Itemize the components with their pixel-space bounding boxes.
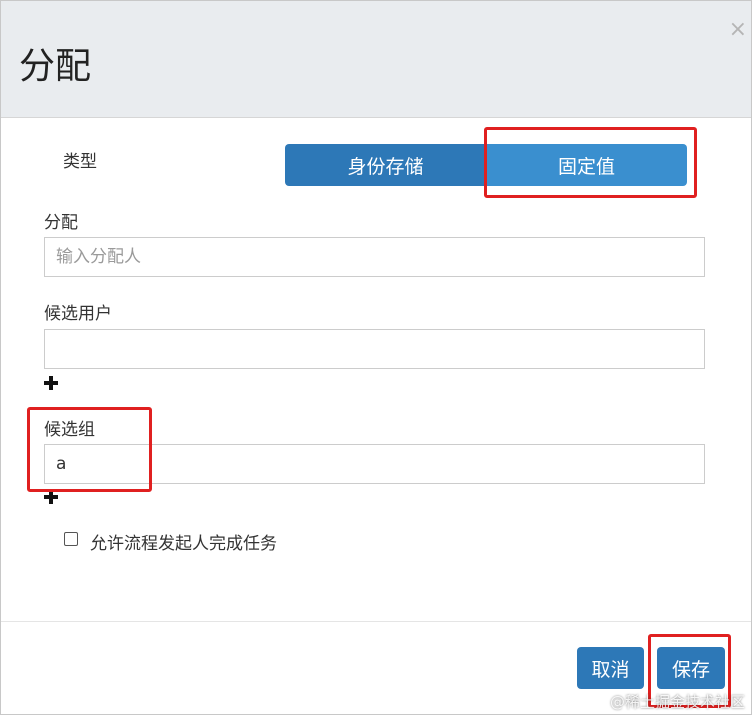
- add-candidate-user-plus-icon[interactable]: [44, 376, 58, 390]
- footer-divider: [1, 621, 751, 622]
- type-label: 类型: [63, 152, 97, 172]
- candidate-groups-input[interactable]: a: [44, 444, 705, 484]
- watermark: @稀土掘金技术社区: [609, 693, 745, 711]
- candidate-groups-label: 候选组: [44, 420, 95, 440]
- candidate-users-label: 候选用户: [44, 304, 112, 324]
- assignee-label: 分配: [44, 213, 78, 233]
- add-candidate-group-plus-icon[interactable]: [44, 490, 58, 504]
- type-option-identity-store[interactable]: 身份存储: [285, 144, 486, 186]
- allow-initiator-label: 允许流程发起人完成任务: [90, 534, 277, 554]
- close-icon[interactable]: ×: [729, 19, 747, 41]
- save-button[interactable]: 保存: [657, 647, 725, 689]
- allow-initiator-checkbox[interactable]: [64, 532, 78, 546]
- dialog-header: 分配 ×: [1, 1, 751, 118]
- dialog-title: 分配: [19, 46, 92, 87]
- assignee-input[interactable]: 输入分配人: [44, 237, 705, 277]
- type-toggle-group: 身份存储 固定值: [285, 144, 687, 186]
- assign-dialog: 分配 × 类型 身份存储 固定值 分配 输入分配人 候选用户 候选组 a 允许流…: [0, 0, 752, 715]
- candidate-users-input[interactable]: [44, 329, 705, 369]
- type-option-fixed-value[interactable]: 固定值: [486, 144, 687, 186]
- cancel-button[interactable]: 取消: [577, 647, 644, 689]
